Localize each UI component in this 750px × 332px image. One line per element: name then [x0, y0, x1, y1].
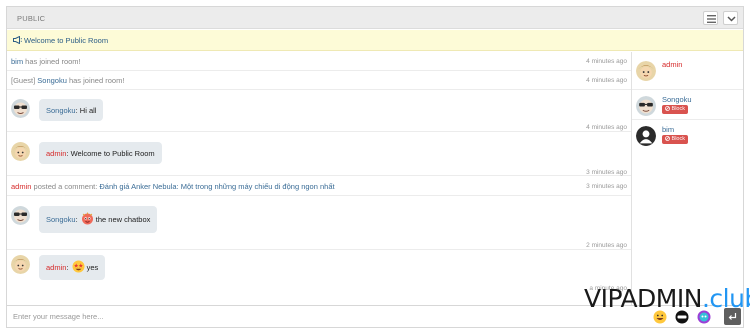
room-title: PUBLIC — [17, 14, 46, 23]
avatar[interactable] — [11, 142, 30, 161]
user-item-bim[interactable]: bim Block — [632, 121, 743, 150]
chat-window: PUBLIC Welcome to Public Room bim has jo… — [6, 6, 744, 328]
user-item-admin[interactable]: admin — [632, 56, 743, 90]
chat-message: admin: yes a minute ago — [7, 251, 631, 305]
message-text: Welcome to Public Room — [70, 149, 155, 158]
message-bubble: Songoku: Hi all — [39, 99, 104, 121]
guest-prefix: [Guest] — [11, 76, 38, 85]
message-time: 3 minutes ago — [586, 183, 627, 190]
message-username[interactable]: admin — [46, 263, 66, 272]
avatar[interactable] — [11, 99, 30, 118]
enter-arrow-icon — [728, 313, 737, 320]
message-input[interactable] — [7, 306, 647, 327]
chat-header: PUBLIC — [7, 7, 743, 29]
chevron-down-icon — [727, 16, 736, 22]
admin-avatar-icon — [636, 61, 656, 81]
message-text: has joined room! — [23, 57, 81, 66]
avatar[interactable] — [636, 126, 656, 146]
message-username[interactable]: admin — [46, 149, 66, 158]
avatar[interactable] — [636, 96, 656, 116]
comment-notification: admin posted a comment: Đánh giá Anker N… — [7, 177, 631, 196]
message-username[interactable]: Songoku — [37, 76, 67, 85]
chat-message: Songoku: Hi all 4 minutes ago — [7, 90, 631, 132]
star-eyes-emoji-icon — [72, 260, 85, 273]
user-name[interactable]: Songoku — [662, 95, 692, 104]
songoku-avatar-icon — [11, 99, 30, 118]
menu-button[interactable] — [703, 11, 718, 25]
message-text: the new chatbox — [95, 215, 151, 224]
welcome-banner: Welcome to Public Room — [7, 30, 743, 51]
welcome-text: Welcome to Public Room — [24, 36, 109, 45]
message-text: posted a comment: — [31, 182, 100, 191]
admin-avatar-icon — [11, 255, 30, 274]
ban-icon — [665, 105, 670, 111]
avatar[interactable] — [11, 255, 30, 274]
message-time: 4 minutes ago — [586, 124, 627, 131]
message-bubble: admin: Welcome to Public Room — [39, 142, 162, 164]
chat-message: Songoku: the new chatbox 2 minutes ago — [7, 197, 631, 250]
message-text: has joined room! — [66, 76, 125, 85]
avatar[interactable] — [11, 206, 30, 225]
default-avatar-icon — [636, 126, 656, 146]
online-users-panel: admin Songoku Block bim Block — [631, 52, 743, 305]
message-list[interactable]: bim has joined room! 4 minutes ago [Gues… — [7, 52, 631, 305]
message-username[interactable]: admin — [11, 182, 31, 191]
user-name[interactable]: bim — [662, 125, 674, 134]
user-name[interactable]: admin — [662, 60, 682, 69]
avatar[interactable] — [636, 61, 656, 81]
songoku-avatar-icon — [11, 206, 30, 225]
message-time: 2 minutes ago — [586, 242, 627, 249]
message-bubble: admin: yes — [39, 255, 106, 280]
block-user-button[interactable]: Block — [662, 135, 688, 144]
block-user-button[interactable]: Block — [662, 105, 688, 114]
ban-icon — [665, 135, 670, 141]
message-time: 4 minutes ago — [586, 77, 627, 84]
collapse-button[interactable] — [723, 11, 738, 25]
chat-message: admin: Welcome to Public Room 3 minutes … — [7, 133, 631, 176]
message-text: Hi all — [79, 106, 97, 115]
system-message: [Guest] Songoku has joined room! 4 minut… — [7, 71, 631, 90]
admin-avatar-icon — [11, 142, 30, 161]
user-item-songoku[interactable]: Songoku Block — [632, 91, 743, 120]
message-text: yes — [86, 263, 99, 272]
message-bubble: Songoku: the new chatbox — [39, 206, 158, 233]
message-time: 3 minutes ago — [586, 169, 627, 176]
message-username[interactable]: bim — [11, 57, 23, 66]
message-username[interactable]: Songoku — [46, 215, 76, 224]
megaphone-icon — [13, 36, 22, 44]
party-emoji-icon — [81, 212, 93, 225]
message-username[interactable]: Songoku — [46, 106, 76, 115]
comment-post-link[interactable]: Đánh giá Anker Nebula: Một trong những m… — [99, 182, 334, 191]
system-message: bim has joined room! 4 minutes ago — [7, 52, 631, 71]
site-watermark: VIPADMIN.club — [584, 284, 750, 313]
songoku-avatar-icon — [636, 96, 656, 116]
message-time: 4 minutes ago — [586, 58, 627, 65]
hamburger-menu-icon — [707, 15, 716, 23]
